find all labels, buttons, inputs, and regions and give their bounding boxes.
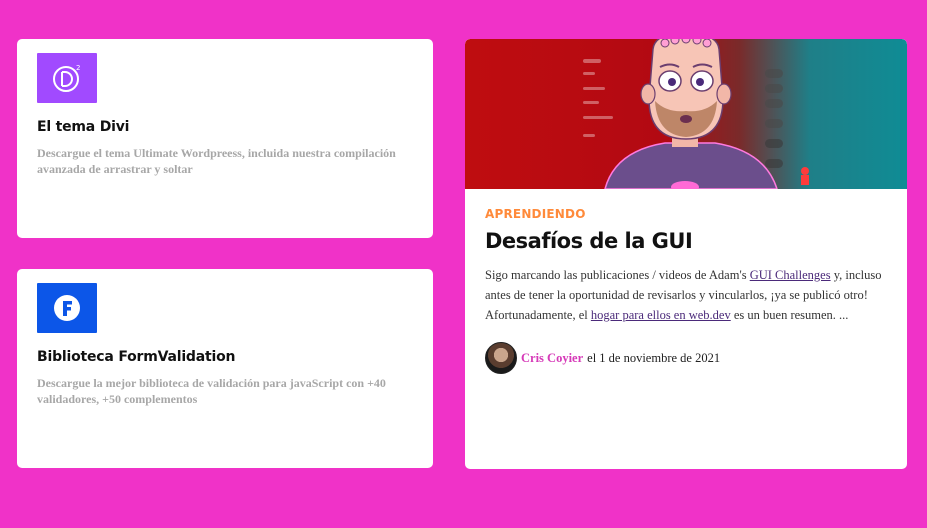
article-title[interactable]: Desafíos de la GUI — [485, 229, 887, 253]
article-category[interactable]: APRENDIENDO — [485, 207, 887, 221]
hero-illustration — [583, 39, 809, 189]
author-link[interactable]: Cris Coyier — [521, 351, 583, 366]
formvalidation-logo-icon — [37, 283, 97, 333]
gui-challenges-link[interactable]: GUI Challenges — [750, 268, 831, 282]
hero-image[interactable] — [465, 39, 907, 189]
card-description: Descargue el tema Ultimate Wordpreess, i… — [37, 146, 396, 176]
divi-card[interactable]: 2 El tema Divi Descargue el tema Ultimat… — [17, 39, 433, 238]
card-title[interactable]: Biblioteca FormValidation — [37, 349, 413, 365]
publish-date: el 1 de noviembre de 2021 — [587, 350, 721, 365]
card-description: Descargue la mejor biblioteca de validac… — [37, 376, 386, 406]
divi-logo-icon: 2 — [37, 53, 97, 103]
excerpt-text: es un buen resumen. ... — [730, 308, 849, 322]
svg-text:2: 2 — [76, 64, 80, 72]
author-avatar[interactable] — [485, 342, 517, 374]
web-dev-link[interactable]: hogar para ellos en web.dev — [591, 308, 731, 322]
formvalidation-card[interactable]: Biblioteca FormValidation Descargue la m… — [17, 269, 433, 468]
article-card[interactable]: APRENDIENDO Desafíos de la GUI Sigo marc… — [465, 39, 907, 469]
article-excerpt: Sigo marcando las publicaciones / videos… — [485, 265, 887, 325]
card-title[interactable]: El tema Divi — [37, 119, 413, 135]
excerpt-text: Sigo marcando las publicaciones / videos… — [485, 268, 750, 282]
byline: Cris Coyier el 1 de noviembre de 2021 — [485, 342, 887, 374]
